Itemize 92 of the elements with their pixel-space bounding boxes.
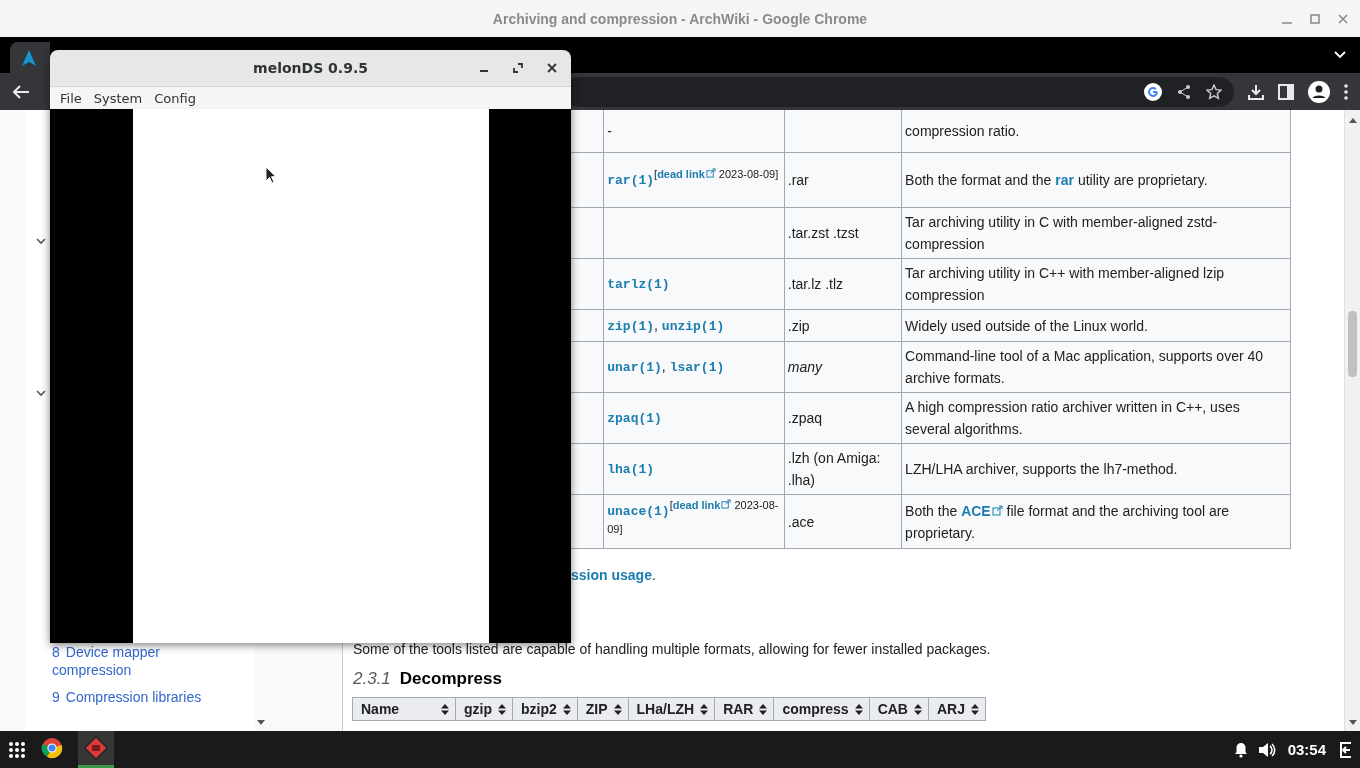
column-header[interactable]: RAR (714, 697, 775, 721)
window-title: Archiving and compression - ArchWiki - Google Chrome (492, 10, 868, 27)
man-page-link[interactable]: unar(1) (607, 360, 662, 375)
star-icon[interactable] (1206, 83, 1222, 100)
column-header[interactable]: ARJ (927, 697, 986, 721)
table-cell: .zpaq (784, 392, 902, 444)
sort-icon[interactable] (441, 703, 449, 715)
table-cell: Tar archiving utility in C with member-aligned zstd-compression (901, 207, 1291, 259)
table-cell: .rar (784, 152, 902, 208)
menu-item[interactable]: System (87, 90, 149, 106)
taskbar-app[interactable] (78, 731, 114, 768)
column-header[interactable]: compress (773, 697, 870, 721)
scrollbar[interactable] (1344, 110, 1360, 731)
sort-icon[interactable] (971, 703, 979, 715)
external-link-icon (705, 168, 716, 178)
app-grid-icon[interactable] (8, 740, 26, 759)
scroll-down-icon[interactable] (1348, 720, 1357, 725)
bell-icon[interactable] (1233, 741, 1248, 758)
menu-item[interactable]: Config (148, 90, 202, 106)
sort-icon[interactable] (700, 703, 709, 715)
man-page-link[interactable]: zip(1) (607, 318, 655, 334)
table-cell: Both the format and the rar utility are proprietary. (901, 152, 1291, 208)
side-panel-icon[interactable] (1278, 83, 1294, 100)
table-cell: .tar.lz .tlz (784, 258, 902, 310)
table-cell: .tar.zst .tzst (784, 207, 902, 259)
scroll-thumb[interactable] (1348, 311, 1357, 377)
tab-list-icon[interactable] (1334, 51, 1346, 59)
sort-icon[interactable] (854, 703, 863, 715)
window-title: melonDS 0.9.5 (253, 60, 368, 76)
external-link-icon (721, 498, 732, 509)
clock: 03:54 (1287, 741, 1326, 758)
table-cell: unar(1), lsar(1) (603, 341, 785, 393)
column-header[interactable]: Name (352, 697, 456, 721)
man-page-link[interactable]: rar(1) (607, 173, 655, 188)
maximize-icon[interactable] (513, 63, 523, 73)
column-header[interactable]: CAB (868, 697, 929, 721)
paragraph: Some of the tools listed are capable of handling multiple formats, allowing for fewer installed packages. (353, 640, 992, 658)
man-page-link[interactable]: lsar(1) (669, 360, 725, 375)
toc-item[interactable]: 8 Device mapper compression (52, 643, 235, 679)
table-cell: compression ratio. (901, 110, 1291, 153)
table-cell: .ace (784, 494, 902, 549)
sort-icon[interactable] (498, 703, 506, 715)
back-arrow-icon[interactable] (12, 83, 30, 100)
table-cell: Command-line tool of a Mac application, supports over 40 archive formats. (901, 341, 1291, 393)
table-cell: A high compression ratio archiver written in C++, uses several algorithms. (901, 392, 1291, 444)
sort-icon[interactable] (913, 703, 922, 715)
table-cell: .lzh (on Amiga: .lha) (784, 443, 902, 495)
browser-tab[interactable] (10, 42, 50, 73)
section-heading: Decompress (399, 668, 502, 690)
scroll-down-icon[interactable] (257, 720, 265, 725)
table-cell: many (784, 341, 902, 393)
table-cell: zip(1), unzip(1) (603, 309, 785, 342)
menu-icon[interactable] (1344, 83, 1348, 100)
download-icon[interactable] (1248, 83, 1264, 100)
link[interactable]: ssion usage (571, 567, 652, 583)
man-page-link[interactable]: tarlz(1) (607, 277, 670, 292)
mouse-pointer-icon (264, 166, 276, 184)
logout-icon[interactable] (1338, 741, 1352, 758)
sort-icon[interactable] (562, 703, 571, 715)
column-header[interactable]: bzip2 (512, 697, 578, 721)
man-page-link[interactable]: unace(1) (607, 503, 670, 519)
chevron-down-icon[interactable] (35, 235, 47, 247)
column-header[interactable]: LHa/LZH (627, 697, 716, 721)
table-cell: - (603, 110, 785, 153)
sort-icon[interactable] (759, 703, 768, 715)
share-icon[interactable] (1176, 83, 1192, 100)
table-cell: Both the ACE file format and the archiving tool are proprietary. (901, 494, 1291, 549)
table-cell: LZH/LHA archiver, supports the lh7-method. (901, 443, 1291, 495)
external-link-icon (991, 504, 1003, 516)
toc-item[interactable]: 9 Compression libraries (52, 688, 235, 706)
table-cell: .zip (784, 309, 902, 342)
scroll-up-icon[interactable] (1348, 118, 1357, 123)
menu-item[interactable]: File (54, 90, 88, 106)
external-link[interactable]: ACE (961, 502, 1003, 519)
man-page-link[interactable]: zpaq(1) (607, 411, 662, 426)
sort-icon[interactable] (613, 703, 622, 715)
column-header[interactable]: ZIP (576, 697, 629, 721)
man-page-link[interactable]: unzip(1) (661, 318, 725, 334)
chevron-down-icon[interactable] (35, 387, 47, 399)
table-cell: Widely used outside of the Linux world. (901, 309, 1291, 342)
link[interactable]: rar (1055, 172, 1074, 188)
man-page-link[interactable]: lha(1) (607, 462, 655, 477)
arch-logo-icon (22, 49, 36, 66)
google-icon[interactable] (1144, 82, 1162, 101)
column-header[interactable]: gzip (455, 697, 513, 721)
section-number: 2.3.1 (353, 668, 391, 690)
dead-link[interactable]: dead link (657, 168, 716, 180)
browser-icon (41, 737, 63, 759)
profile-icon[interactable] (1308, 80, 1330, 103)
volume-icon[interactable] (1257, 741, 1276, 758)
table-cell: Tar archiving utility in C++ with member-aligned lzip compression (901, 258, 1291, 310)
close-icon[interactable] (547, 63, 557, 73)
